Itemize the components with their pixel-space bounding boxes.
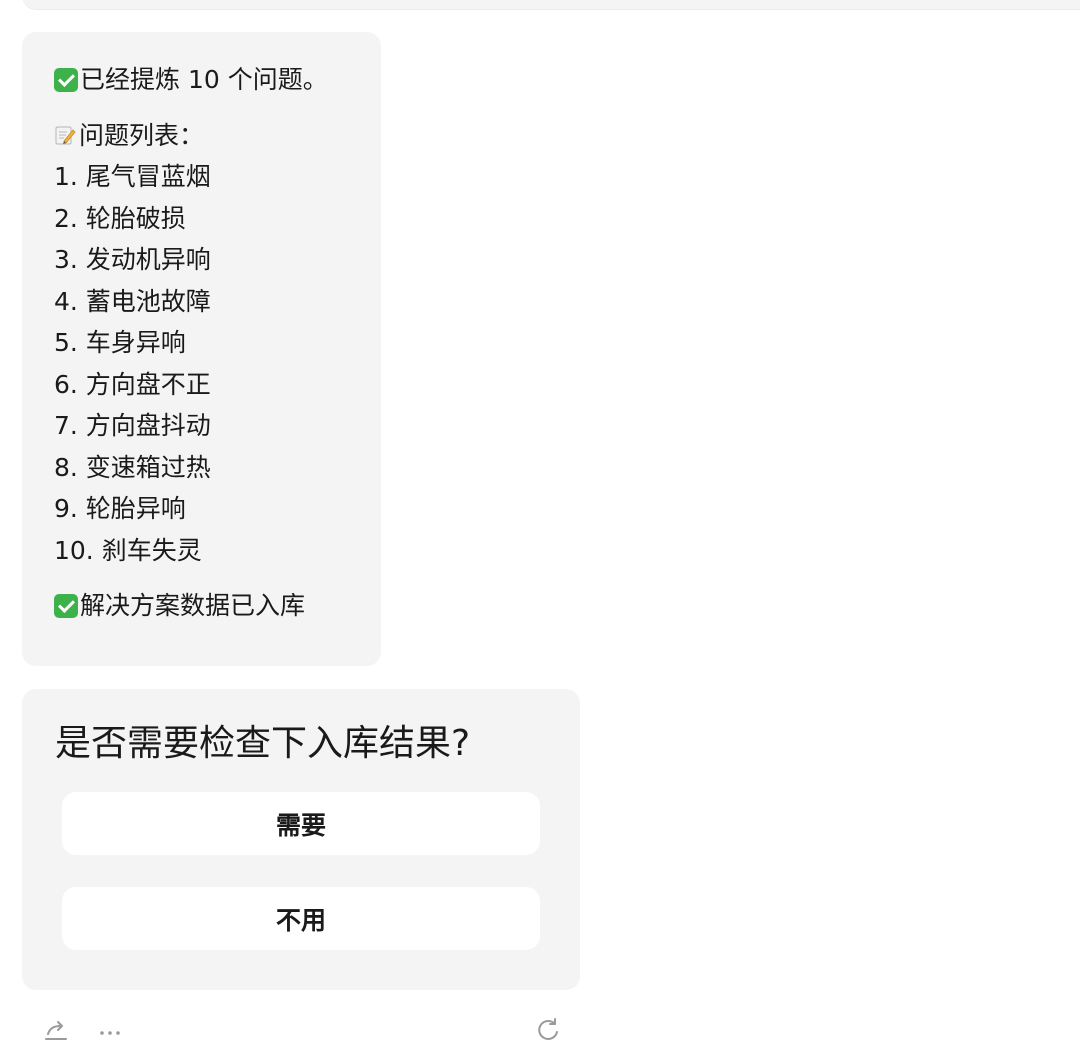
message-action-bar [0, 1005, 1080, 1042]
option-need-button[interactable]: 需要 [62, 792, 540, 855]
list-item: 1. 尾气冒蓝烟 [54, 162, 211, 191]
check-mark-button-icon [54, 593, 78, 618]
list-item: 3. 发动机异响 [54, 245, 211, 274]
refresh-icon[interactable] [534, 1015, 562, 1043]
list-item: 9. 轮胎异响 [54, 494, 186, 523]
option-no-need-button[interactable]: 不用 [62, 887, 540, 950]
list-item: 7. 方向盘抖动 [54, 411, 211, 440]
extracted-status-text: 已经提炼 10 个问题。 [80, 65, 328, 94]
summary-message-bubble: 已经提炼 10 个问题。 问题列表： 1. 尾气冒蓝烟 2. 轮胎破损 3. 发… [22, 32, 381, 666]
list-header-text: 问题列表： [79, 120, 205, 150]
memo-icon [54, 124, 76, 146]
list-item: 10. 刹车失灵 [54, 535, 202, 565]
list-header: 问题列表： [54, 115, 381, 157]
stored-status: 解决方案数据已入库 [54, 585, 381, 627]
list-item: 2. 轮胎破损 [54, 203, 186, 233]
list-item: 5. 车身异响 [54, 328, 186, 357]
extracted-status: 已经提炼 10 个问题。 [54, 59, 381, 101]
stored-status-text: 解决方案数据已入库 [80, 591, 306, 620]
share-icon[interactable] [42, 1015, 70, 1043]
previous-message-edge [22, 0, 1080, 10]
more-icon[interactable] [96, 1015, 124, 1043]
list-item: 4. 蓄电池故障 [54, 286, 211, 316]
list-item: 6. 方向盘不正 [54, 369, 211, 399]
question-card: 是否需要检查下入库结果? 需要 不用 [22, 689, 580, 990]
list-item: 8. 变速箱过热 [54, 452, 211, 482]
question-title: 是否需要检查下入库结果? [55, 723, 471, 764]
check-mark-button-icon [54, 67, 78, 92]
